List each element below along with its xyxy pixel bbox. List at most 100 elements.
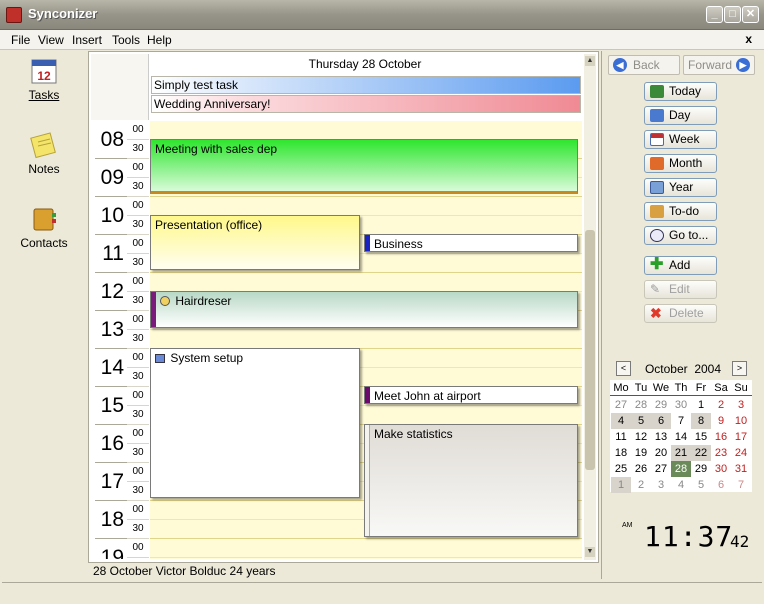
document-close-button[interactable]: x (745, 32, 752, 46)
month-view-icon (650, 157, 664, 170)
event-make-statistics[interactable]: Make statistics (364, 424, 578, 537)
mini-calendar-day[interactable]: 21 (671, 445, 691, 461)
event-color-bar (365, 425, 370, 536)
mini-calendar-day[interactable]: 31 (731, 461, 751, 477)
mini-calendar-day[interactable]: 25 (611, 461, 631, 477)
mini-calendar-day[interactable]: 10 (731, 413, 751, 429)
mini-calendar-day[interactable]: 29 (651, 397, 671, 413)
year-label: 2004 (694, 362, 722, 376)
half-label: 30 (127, 330, 149, 349)
next-month-button[interactable]: > (732, 361, 747, 376)
back-button[interactable]: ◀ Back (608, 55, 680, 75)
day-button[interactable]: Day (644, 106, 717, 125)
event-business[interactable]: Business (364, 234, 578, 252)
weekday-label: Mo (613, 382, 629, 394)
prev-month-button[interactable]: < (616, 361, 631, 376)
menu-tools[interactable]: Tools (112, 33, 140, 47)
mini-calendar-day[interactable]: 17 (731, 429, 751, 445)
app-icon (6, 7, 22, 23)
mini-calendar-day[interactable]: 14 (671, 429, 691, 445)
event-meeting[interactable]: Meeting with sales dep (150, 139, 578, 194)
back-arrow-icon: ◀ (613, 58, 627, 72)
goto-button[interactable]: Go to... (644, 226, 717, 245)
menu-view[interactable]: View (38, 33, 64, 47)
event-hairdresser[interactable]: Hairdreser (150, 291, 578, 328)
mini-calendar-day[interactable]: 2 (711, 397, 731, 413)
allday-event[interactable]: Simply test task (151, 76, 581, 94)
week-label: Week (669, 132, 700, 146)
mini-calendar-day[interactable]: 19 (631, 445, 651, 461)
sidebar-item-label: Notes (28, 162, 60, 176)
menu-help[interactable]: Help (147, 33, 172, 47)
mini-calendar-day[interactable]: 20 (651, 445, 671, 461)
todo-button[interactable]: To-do (644, 202, 717, 221)
today-label: Today (669, 84, 702, 98)
add-button[interactable]: ✚ Add (644, 256, 717, 275)
delete-button[interactable]: ✖ Delete (644, 304, 717, 323)
mini-calendar-day[interactable]: 6 (651, 413, 671, 429)
today-button[interactable]: Today (644, 82, 717, 101)
allday-event[interactable]: Wedding Anniversary! (151, 95, 581, 113)
mini-calendar-day[interactable]: 15 (691, 429, 711, 445)
half-label: 00 (127, 349, 149, 368)
menu-file[interactable]: File (11, 33, 30, 47)
event-system-setup[interactable]: System setup (150, 348, 360, 498)
event-meet-john[interactable]: Meet John at airport (364, 386, 578, 404)
mini-calendar-day[interactable]: 3 (731, 397, 751, 413)
mini-calendar-day[interactable]: 8 (691, 413, 711, 429)
mini-calendar-day[interactable]: 1 (611, 477, 631, 493)
mini-calendar-day[interactable]: 18 (611, 445, 631, 461)
mini-calendar-day[interactable]: 13 (651, 429, 671, 445)
mini-calendar-day[interactable]: 7 (671, 413, 691, 429)
mini-calendar-day[interactable]: 23 (711, 445, 731, 461)
edit-button[interactable]: ✎ Edit (644, 280, 717, 299)
menu-insert[interactable]: Insert (72, 33, 102, 47)
scroll-thumb[interactable] (585, 230, 595, 470)
month-button[interactable]: Month (644, 154, 717, 173)
mini-calendar-day[interactable]: 3 (651, 477, 671, 493)
hour-row: 11 00 30 (95, 235, 149, 273)
half-label: 00 (127, 159, 149, 178)
mini-calendar-day[interactable]: 30 (711, 461, 731, 477)
month-label: Month (669, 156, 703, 170)
half-label: 00 (127, 463, 149, 482)
mini-calendar-day[interactable]: 5 (691, 477, 711, 493)
mini-calendar-day[interactable]: 16 (711, 429, 731, 445)
minimize-button[interactable]: _ (706, 6, 723, 23)
scroll-up-button[interactable]: ▲ (585, 56, 595, 66)
mini-calendar-day[interactable]: 1 (691, 397, 711, 413)
sidebar-item-contacts[interactable]: Contacts (2, 205, 86, 250)
mini-calendar-day[interactable]: 12 (631, 429, 651, 445)
week-button[interactable]: Week (644, 130, 717, 149)
time-grid[interactable]: Meeting with sales dep Presentation (off… (150, 121, 582, 559)
forward-button[interactable]: Forward ▶ (683, 55, 755, 75)
event-presentation[interactable]: Presentation (office) (150, 215, 360, 270)
mini-calendar-day[interactable]: 26 (631, 461, 651, 477)
mini-calendar-day[interactable]: 6 (711, 477, 731, 493)
close-button[interactable]: ✕ (742, 6, 759, 23)
sidebar-item-notes[interactable]: Notes (2, 131, 86, 176)
mini-calendar-day[interactable]: 7 (731, 477, 751, 493)
hour-label: 14 (95, 349, 127, 387)
mini-calendar-day[interactable]: 28 (671, 461, 691, 477)
mini-calendar-day[interactable]: 11 (611, 429, 631, 445)
year-button[interactable]: Year (644, 178, 717, 197)
mini-calendar-day[interactable]: 30 (671, 397, 691, 413)
mini-calendar-day[interactable]: 4 (611, 413, 631, 429)
grid-line (150, 557, 582, 558)
mini-calendar-day[interactable]: 28 (631, 397, 651, 413)
half-label: 00 (127, 235, 149, 254)
mini-calendar-day[interactable]: 29 (691, 461, 711, 477)
mini-calendar-day[interactable]: 9 (711, 413, 731, 429)
mini-calendar-day[interactable]: 27 (651, 461, 671, 477)
sidebar-item-tasks[interactable]: 12 Tasks (2, 57, 86, 102)
mini-calendar-day[interactable]: 24 (731, 445, 751, 461)
mini-calendar-day[interactable]: 27 (611, 397, 631, 413)
mini-calendar-day[interactable]: 4 (671, 477, 691, 493)
maximize-button[interactable]: □ (724, 6, 741, 23)
scroll-down-button[interactable]: ▼ (585, 547, 595, 557)
mini-calendar-day[interactable]: 2 (631, 477, 651, 493)
mini-calendar-day[interactable]: 5 (631, 413, 651, 429)
mini-calendar-day[interactable]: 22 (691, 445, 711, 461)
hour-row: 13 00 30 (95, 311, 149, 349)
